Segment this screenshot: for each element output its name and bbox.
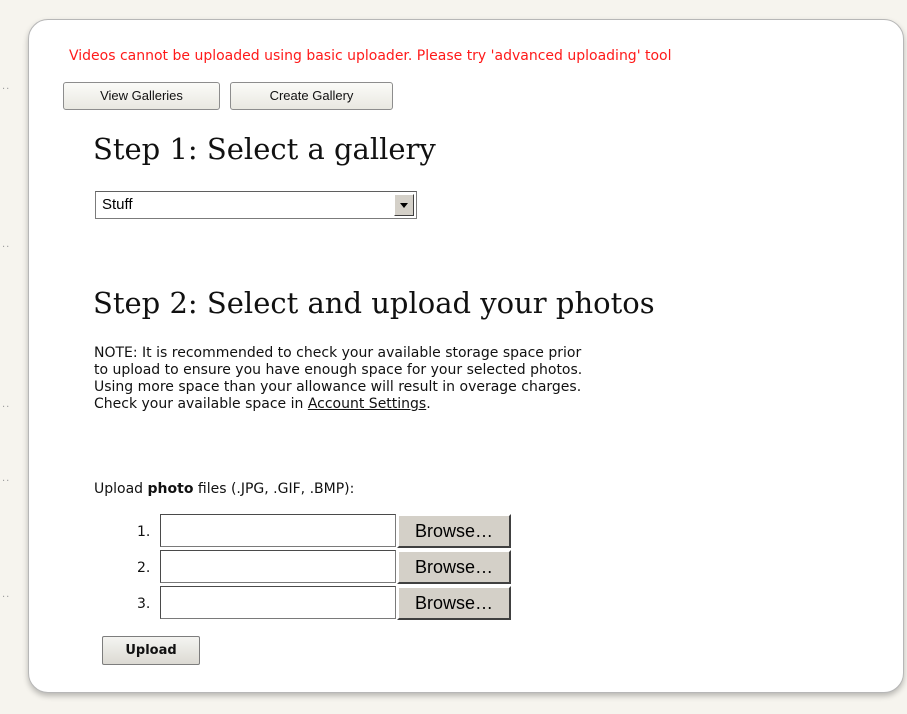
view-galleries-button[interactable]: View Galleries <box>63 82 220 110</box>
left-margin-dots: .. .. .. .. .. <box>2 81 11 600</box>
step2-heading: Step 2: Select and upload your photos <box>93 286 655 320</box>
gallery-select-value: Stuff <box>102 196 133 213</box>
note-line: NOTE: It is recommended to check your av… <box>94 345 582 361</box>
note-line: Check your available space in Account Se… <box>94 396 714 413</box>
browse-button[interactable]: Browse… <box>397 550 511 584</box>
chevron-down-icon[interactable] <box>394 194 414 216</box>
note-prefix: Check your available space in <box>94 396 308 412</box>
gallery-select[interactable]: Stuff <box>95 191 417 219</box>
storage-note: NOTE: It is recommended to check your av… <box>94 345 714 413</box>
file-path-input[interactable] <box>160 586 396 619</box>
browse-button[interactable]: Browse… <box>397 586 511 620</box>
file-path-input[interactable] <box>160 550 396 583</box>
video-warning-message: Videos cannot be uploaded using basic up… <box>69 48 672 64</box>
note-line: Using more space than your allowance wil… <box>94 379 582 395</box>
create-gallery-button[interactable]: Create Gallery <box>230 82 393 110</box>
file-row-number: 1. <box>137 524 151 540</box>
file-row-number: 2. <box>137 560 151 576</box>
step1-heading: Step 1: Select a gallery <box>93 132 436 166</box>
upload-panel: Videos cannot be uploaded using basic up… <box>28 19 904 693</box>
file-row-number: 3. <box>137 596 151 612</box>
upload-files-label: Upload photo files (.JPG, .GIF, .BMP): <box>94 481 355 497</box>
note-suffix: . <box>426 396 431 412</box>
file-path-input[interactable] <box>160 514 396 547</box>
upload-button[interactable]: Upload <box>102 636 200 665</box>
photo-emphasis: photo <box>147 481 194 497</box>
account-settings-link[interactable]: Account Settings <box>308 396 426 412</box>
browse-button[interactable]: Browse… <box>397 514 511 548</box>
note-line: to upload to ensure you have enough spac… <box>94 362 583 378</box>
